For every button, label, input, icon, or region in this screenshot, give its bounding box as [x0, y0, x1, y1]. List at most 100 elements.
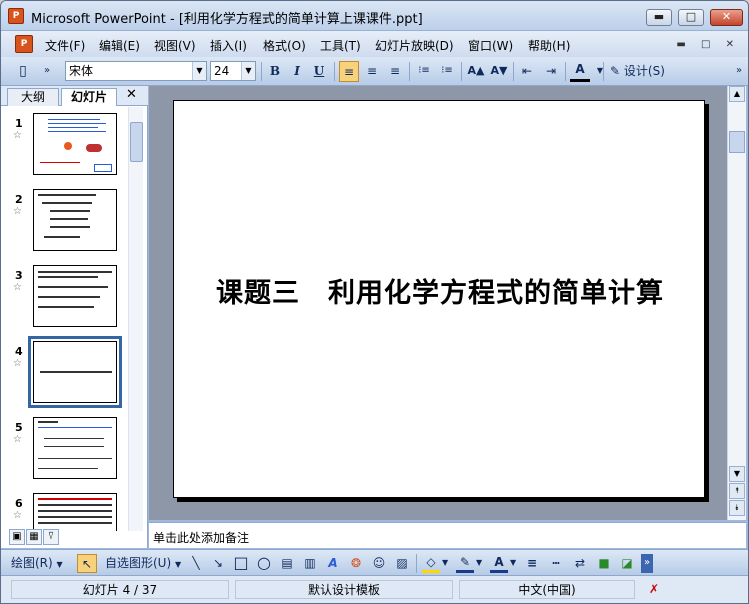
- menu-tools[interactable]: 工具(T): [320, 37, 361, 54]
- editor-scrollbar[interactable]: ▲ ▼ ⯭ ⯯: [727, 86, 746, 520]
- chevron-down-icon[interactable]: ▼: [476, 554, 482, 573]
- status-design-template[interactable]: 默认设计模板: [235, 580, 453, 599]
- autoshapes-button[interactable]: 自选图形(U) ▼: [105, 554, 181, 573]
- menu-help[interactable]: 帮助(H): [528, 37, 570, 54]
- document-window-controls[interactable]: ▬ □ ✕: [676, 39, 740, 50]
- wordart-icon[interactable]: A: [324, 554, 342, 573]
- draw-menu-button[interactable]: 绘图(R) ▼: [11, 554, 63, 573]
- toolbar-overflow-icon[interactable]: »: [729, 61, 748, 82]
- design-button[interactable]: ✎ 设计(S): [610, 61, 665, 82]
- slide-number: 3: [15, 269, 23, 282]
- window-title: Microsoft PowerPoint - [利用化学方程式的简单计算上课课件…: [31, 12, 423, 27]
- chevron-down-icon[interactable]: ▼: [442, 554, 448, 573]
- slideshow-icon[interactable]: ⍢: [43, 529, 59, 545]
- slide-thumbnail-image-selected: [28, 336, 122, 408]
- menu-slideshow[interactable]: 幻灯片放映(D): [375, 37, 454, 54]
- oval-icon[interactable]: ○: [255, 554, 273, 573]
- chevron-down-icon[interactable]: ▼: [241, 62, 255, 80]
- arrow-icon[interactable]: ↘: [209, 554, 227, 573]
- font-name-combo[interactable]: 宋体 ▼: [65, 61, 207, 81]
- toolbar-options-icon[interactable]: »: [37, 61, 57, 82]
- title-bar[interactable]: P Microsoft PowerPoint - [利用化学方程式的简单计算上课…: [1, 1, 748, 31]
- slide-thumbnail-4[interactable]: 4 ☆: [1, 336, 128, 409]
- draw-label: 绘图(R): [11, 556, 53, 570]
- grow-font-button[interactable]: A▲: [466, 61, 486, 82]
- tab-outline[interactable]: 大纲: [7, 88, 59, 106]
- menu-format[interactable]: 格式(O): [263, 37, 306, 54]
- 3d-style-icon[interactable]: ◪: [618, 554, 636, 573]
- menu-window[interactable]: 窗口(W): [468, 37, 513, 54]
- scroll-down-icon[interactable]: ▼: [729, 466, 745, 482]
- bold-button[interactable]: B: [265, 61, 285, 82]
- slide-thumbnail-1[interactable]: 1 ☆: [1, 113, 128, 181]
- italic-button[interactable]: I: [287, 61, 307, 82]
- notes-placeholder[interactable]: 单击此处添加备注: [153, 529, 249, 546]
- slide-thumbnail-2[interactable]: 2 ☆: [1, 189, 128, 257]
- toolbar-overflow-icon[interactable]: »: [641, 554, 653, 573]
- slide-thumbnail-image: [33, 189, 117, 251]
- font-color-button[interactable]: A: [570, 61, 590, 82]
- align-center-button[interactable]: ≡: [362, 61, 382, 82]
- menu-edit[interactable]: 编辑(E): [99, 37, 140, 54]
- numbered-list-button[interactable]: ⁝≡: [414, 61, 434, 82]
- status-slide-position: 幻灯片 4 / 37: [11, 580, 229, 599]
- slide-number: 6: [15, 497, 23, 510]
- tab-slides[interactable]: 幻灯片: [61, 88, 117, 106]
- new-document-icon[interactable]: ▯: [13, 61, 33, 82]
- scrollbar-thumb[interactable]: [130, 122, 143, 162]
- slide-thumbnail-image: [33, 265, 117, 327]
- thumbnails-scrollbar[interactable]: [128, 107, 143, 531]
- font-color-draw-icon[interactable]: A: [490, 554, 508, 573]
- bulleted-list-button[interactable]: ⁝≡: [437, 61, 457, 82]
- decrease-indent-button[interactable]: ⇤: [517, 61, 537, 82]
- scrollbar-thumb[interactable]: [729, 131, 745, 153]
- line-icon[interactable]: ╲: [187, 554, 205, 573]
- select-objects-icon[interactable]: ↖: [77, 554, 97, 573]
- diagram-icon[interactable]: ❂: [347, 554, 365, 573]
- next-slide-icon[interactable]: ⯯: [729, 500, 745, 516]
- align-left-button[interactable]: ≡: [339, 61, 359, 82]
- slide-sorter-icon[interactable]: ▦: [26, 529, 42, 545]
- normal-view-icon[interactable]: ▣: [9, 529, 25, 545]
- previous-slide-icon[interactable]: ⯭: [729, 483, 745, 499]
- rectangle-icon[interactable]: □: [232, 554, 250, 573]
- spelling-icon[interactable]: ✗: [643, 580, 665, 599]
- arrow-style-icon[interactable]: ⇄: [571, 554, 589, 573]
- increase-indent-button[interactable]: ⇥: [541, 61, 561, 82]
- chevron-down-icon[interactable]: ▼: [590, 61, 610, 82]
- slide-title[interactable]: 课题三 利用化学方程式的简单计算: [174, 271, 706, 310]
- font-name-value: 宋体: [69, 64, 94, 78]
- chevron-down-icon[interactable]: ▼: [510, 554, 516, 573]
- close-button[interactable]: ✕: [710, 9, 743, 26]
- underline-button[interactable]: U: [309, 61, 329, 82]
- maximize-button[interactable]: □: [678, 9, 704, 26]
- slide-thumbnail-3[interactable]: 3 ☆: [1, 265, 128, 333]
- line-color-icon[interactable]: ✎: [456, 554, 474, 573]
- dash-style-icon[interactable]: ┅: [547, 554, 565, 573]
- minimize-button[interactable]: ▬: [646, 9, 672, 26]
- chevron-down-icon[interactable]: ▼: [192, 62, 206, 80]
- scroll-up-icon[interactable]: ▲: [729, 86, 745, 102]
- menu-file[interactable]: 文件(F): [45, 37, 85, 54]
- vertical-textbox-icon[interactable]: ▥: [301, 554, 319, 573]
- line-style-icon[interactable]: ≡: [523, 554, 541, 573]
- menu-view[interactable]: 视图(V): [154, 37, 196, 54]
- slide-thumbnail-6[interactable]: 6 ☆: [1, 493, 128, 531]
- clipart-icon[interactable]: ☺: [370, 554, 388, 573]
- shadow-style-icon[interactable]: ■: [595, 554, 613, 573]
- shrink-font-button[interactable]: A▼: [489, 61, 509, 82]
- notes-pane[interactable]: 单击此处添加备注: [149, 522, 746, 548]
- slide-thumbnail-5[interactable]: 5 ☆: [1, 417, 128, 485]
- textbox-icon[interactable]: ▤: [278, 554, 296, 573]
- font-size-combo[interactable]: 24 ▼: [210, 61, 256, 81]
- slide-canvas[interactable]: 课题三 利用化学方程式的简单计算: [173, 100, 705, 498]
- fill-color-icon[interactable]: ◇: [422, 554, 440, 573]
- menu-insert[interactable]: 插入(I): [210, 37, 247, 54]
- powerpoint-app-icon[interactable]: P: [8, 8, 24, 24]
- chevron-down-icon: ▼: [174, 560, 182, 569]
- document-icon[interactable]: P: [15, 35, 33, 53]
- toolbar-separator: [565, 62, 566, 81]
- picture-icon[interactable]: ▨: [393, 554, 411, 573]
- align-right-button[interactable]: ≡: [385, 61, 405, 82]
- close-pane-icon[interactable]: ✕: [126, 87, 137, 102]
